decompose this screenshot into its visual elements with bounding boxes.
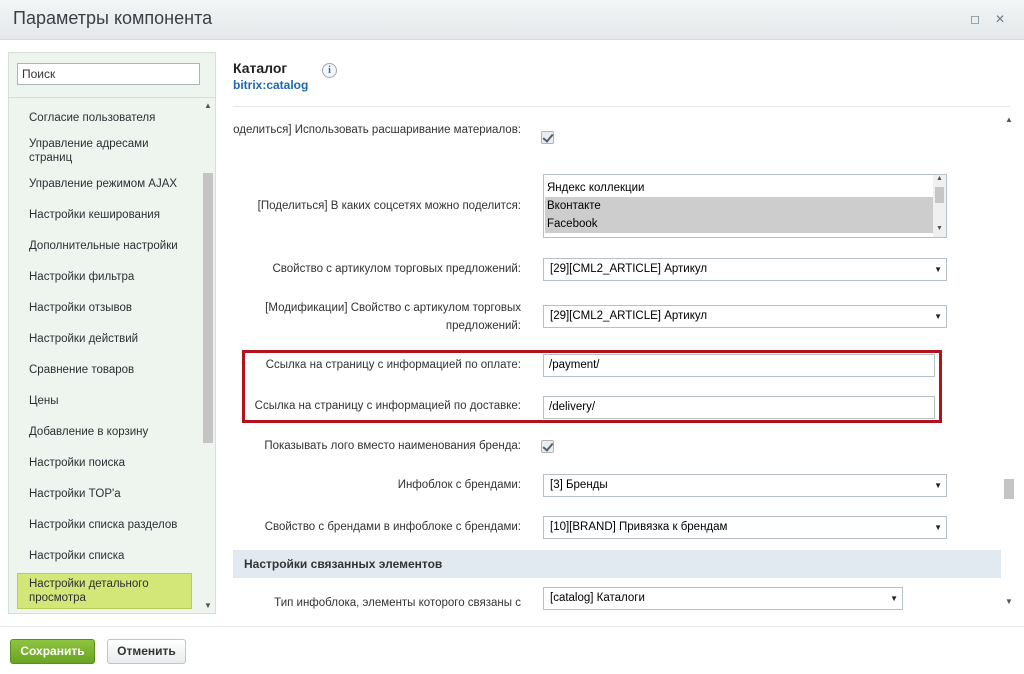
sidebar-item-basket[interactable]: Добавление в корзину (17, 425, 192, 439)
delivery-link-input[interactable]: /delivery/ (543, 396, 935, 419)
sidebar-divider (9, 97, 215, 98)
select-value: [catalog] Каталоги (550, 592, 645, 604)
chevron-down-icon: ▼ (934, 523, 942, 532)
brand-prop-label: Свойство с брендами в инфоблоке с бренда… (264, 521, 521, 533)
related-type-select[interactable]: [catalog] Каталоги ▼ (543, 587, 903, 610)
sidebar-item-caching[interactable]: Настройки кеширования (17, 208, 192, 222)
close-icon[interactable]: ✕ (993, 12, 1007, 26)
sidebar-item-search[interactable]: Настройки поиска (17, 456, 192, 470)
cancel-button[interactable]: Отменить (107, 639, 186, 664)
sidebar-search (17, 63, 200, 85)
search-input[interactable] (17, 63, 200, 85)
main-scrollbar[interactable]: ▲ ▼ (1003, 115, 1015, 610)
sidebar-item-actions[interactable]: Настройки действий (17, 332, 192, 346)
dialog-footer: Сохранить Отменить (0, 626, 1024, 674)
select-value: [10][BRAND] Привязка к брендам (550, 521, 728, 533)
sidebar-item-url-management[interactable]: Управление адресами страниц (17, 137, 192, 165)
brand-iblock-label: Инфоблок с брендами: (397, 479, 521, 491)
sidebar-list: Согласие пользователя Управление адресам… (17, 101, 200, 611)
payment-link-label: Ссылка на страницу с информацией по опла… (265, 359, 521, 371)
select-value: [29][CML2_ARTICLE] Артикул (550, 310, 708, 322)
listbox-option[interactable]: Вконтакте (545, 197, 933, 215)
scroll-up-icon[interactable]: ▲ (1003, 115, 1015, 125)
listbox-option[interactable]: Facebook (545, 215, 933, 233)
component-title: Каталог (233, 60, 288, 76)
brand-iblock-select[interactable]: [3] Бренды ▼ (543, 474, 947, 497)
window-titlebar: Параметры компонента ◻ ✕ (0, 0, 1024, 40)
sidebar-item-section-list[interactable]: Настройки списка разделов (17, 518, 192, 532)
sidebar: Согласие пользователя Управление адресам… (8, 52, 216, 614)
select-value: [29][CML2_ARTICLE] Артикул (550, 263, 708, 275)
scroll-up-icon[interactable]: ▲ (933, 175, 946, 182)
related-type-label: Тип инфоблока, элементы которого связаны… (274, 597, 521, 609)
chevron-down-icon: ▼ (934, 481, 942, 490)
offers-article-label: Свойство с артикулом торговых предложени… (272, 263, 521, 275)
share-use-label: [Поделиться] Использовать расшаривание м… (233, 124, 521, 136)
sidebar-item-prices[interactable]: Цены (17, 394, 192, 408)
offers-article-select[interactable]: [29][CML2_ARTICLE] Артикул ▼ (543, 258, 947, 281)
main-scroll-thumb[interactable] (1004, 479, 1014, 499)
window-title: Параметры компонента (13, 8, 213, 28)
scroll-down-icon[interactable]: ▼ (1003, 597, 1015, 607)
share-use-checkbox[interactable] (541, 131, 554, 144)
show-logo-label: Показывать лого вместо наименования брен… (264, 440, 521, 452)
sidebar-item-filter[interactable]: Настройки фильтра (17, 270, 192, 284)
select-value: [3] Бренды (550, 479, 608, 491)
listbox-scroll-thumb[interactable] (935, 187, 944, 203)
component-code: bitrix:catalog (233, 78, 309, 92)
show-logo-checkbox[interactable] (541, 440, 554, 453)
mods-article-label: [Модификации] Свойство с артикулом торго… (265, 302, 521, 332)
sidebar-item-ajax-mode[interactable]: Управление режимом AJAX (17, 177, 192, 191)
listbox-scrollbar[interactable]: ▲ ▼ (933, 175, 946, 237)
share-networks-label: [Поделиться] В каких соцсетях можно поде… (257, 200, 521, 212)
chevron-down-icon: ▼ (890, 594, 898, 603)
sidebar-scrollbar[interactable]: ▲ ▼ (202, 101, 214, 613)
maximize-icon[interactable]: ◻ (968, 12, 982, 26)
settings-panel: [Поделиться] Использовать расшаривание м… (233, 107, 1003, 614)
brand-prop-select[interactable]: [10][BRAND] Привязка к брендам ▼ (543, 516, 947, 539)
delivery-link-label: Ссылка на страницу с информацией по дост… (254, 400, 521, 412)
info-icon[interactable]: i (322, 63, 337, 78)
sidebar-item-user-consent[interactable]: Согласие пользователя (17, 111, 192, 125)
sidebar-item-detail[interactable]: Настройки детального просмотра (17, 573, 192, 609)
save-button[interactable]: Сохранить (10, 639, 95, 664)
section-header-related: Настройки связанных элементов (233, 550, 1001, 578)
sidebar-item-compare[interactable]: Сравнение товаров (17, 363, 192, 377)
chevron-down-icon: ▼ (934, 265, 942, 274)
share-networks-listbox[interactable]: Яндекс коллекции Вконтакте Facebook ▲ ▼ (543, 174, 947, 238)
payment-link-input[interactable]: /payment/ (543, 354, 935, 377)
listbox-option[interactable]: Яндекс коллекции (545, 179, 933, 197)
mods-article-select[interactable]: [29][CML2_ARTICLE] Артикул ▼ (543, 305, 947, 328)
chevron-down-icon: ▼ (934, 312, 942, 321)
sidebar-item-reviews[interactable]: Настройки отзывов (17, 301, 192, 315)
sidebar-item-top[interactable]: Настройки TOP'а (17, 487, 192, 501)
sidebar-scroll-thumb[interactable] (203, 173, 213, 443)
sidebar-item-list[interactable]: Настройки списка (17, 549, 192, 563)
scroll-down-icon[interactable]: ▼ (933, 225, 946, 232)
scroll-down-icon[interactable]: ▼ (202, 601, 214, 611)
scroll-up-icon[interactable]: ▲ (202, 101, 214, 111)
sidebar-item-additional[interactable]: Дополнительные настройки (17, 239, 192, 253)
